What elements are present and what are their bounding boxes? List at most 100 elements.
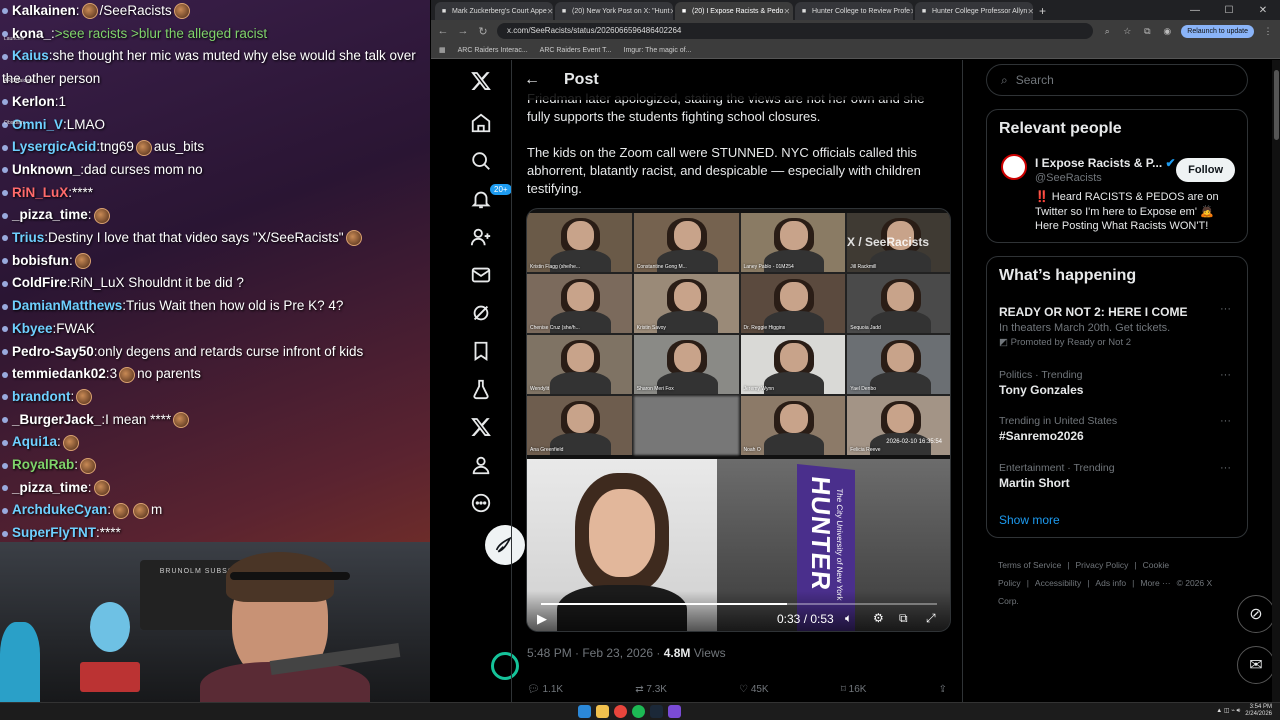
more-options-icon[interactable]: ··· [1220, 415, 1231, 427]
bookmark-button[interactable]: ⌑ 16K [841, 684, 867, 695]
follow-button[interactable]: Follow [1176, 158, 1235, 182]
tab-close-icon[interactable]: ✕ [910, 7, 913, 16]
more-options-icon[interactable]: ··· [1220, 462, 1231, 474]
url-field[interactable]: x.com/SeeRacists/status/2026066596486402… [497, 23, 1094, 39]
bookmark-star-icon[interactable]: ☆ [1121, 26, 1133, 37]
back-arrow-icon[interactable]: ← [524, 71, 564, 89]
tab-close-icon[interactable]: ✕ [669, 7, 673, 16]
chat-username[interactable]: ColdFire [12, 275, 67, 290]
minimize-icon[interactable]: — [1178, 2, 1212, 20]
footer-link[interactable]: More ··· [1140, 578, 1170, 588]
trend-item[interactable]: READY OR NOT 2: HERE I COME In theaters … [999, 303, 1239, 348]
follow-icon[interactable] [456, 218, 506, 256]
premium-x-icon[interactable] [456, 408, 506, 446]
play-icon[interactable]: ▶ [537, 611, 547, 627]
chat-username[interactable]: _pizza_time [12, 207, 88, 222]
forward-icon[interactable]: → [457, 25, 469, 37]
chat-username[interactable]: brandont [12, 389, 71, 404]
extensions-icon[interactable]: ⧉ [1141, 26, 1153, 37]
chat-username[interactable]: Kerlon [12, 94, 55, 109]
reply-button[interactable]: 💬︎ 1.1K [527, 684, 563, 695]
browser-tab[interactable]: ■ (20) New York Post on X: "Hunt ✕ [555, 2, 673, 20]
chat-username[interactable]: RoyalRab [12, 457, 74, 472]
grok-float-button[interactable]: ⊘ [1237, 595, 1275, 633]
share-icon[interactable]: ⇪ [939, 684, 947, 695]
relevant-person-avatar[interactable] [1001, 154, 1027, 180]
footer-link[interactable]: Ads info [1095, 578, 1126, 588]
chat-username[interactable]: SuperFlyTNT [12, 525, 96, 540]
tab-close-icon[interactable]: ✕ [1027, 7, 1033, 16]
profile-nav-icon[interactable] [456, 446, 506, 484]
more-options-icon[interactable]: ··· [1220, 303, 1231, 315]
repost-button[interactable]: ⇄ 7.3K [635, 684, 667, 695]
settings-gear-icon[interactable]: ⚙ [873, 611, 884, 625]
chat-username[interactable]: ArchdukeCyan [12, 502, 107, 517]
more-icon[interactable] [456, 484, 506, 522]
post-timestamp[interactable]: 5:48 PM · Feb 23, 2026 · [527, 646, 664, 660]
menu-icon[interactable]: ⋮ [1262, 26, 1274, 37]
browser-tab[interactable]: ■ (20) I Expose Racists & Pedo ✕ [675, 2, 793, 20]
footer-link[interactable]: Accessibility [1035, 578, 1081, 588]
spotify-icon[interactable] [632, 705, 645, 718]
obsidian-icon[interactable] [668, 705, 681, 718]
messages-float-button[interactable]: ✉ [1237, 646, 1275, 684]
bookmarks-icon[interactable] [456, 332, 506, 370]
more-options-icon[interactable]: ··· [1220, 369, 1231, 381]
messages-icon[interactable] [456, 256, 506, 294]
chrome-icon[interactable] [614, 705, 627, 718]
volume-icon[interactable]: 🔈︎ [845, 611, 852, 626]
page-scrollbar[interactable] [1272, 60, 1280, 702]
chat-username[interactable]: _pizza_time [12, 480, 88, 495]
like-button[interactable]: ♡ 45K [739, 684, 769, 695]
back-icon[interactable]: ← [437, 25, 449, 37]
fullscreen-icon[interactable]: ⤢ [926, 611, 936, 626]
tab-close-icon[interactable]: ✕ [547, 7, 553, 16]
apps-icon[interactable]: ▦ [439, 46, 446, 54]
trend-item[interactable]: Politics · Trending Tony Gonzales ··· [999, 369, 1239, 397]
trend-item[interactable]: Trending in United States #Sanremo2026 ·… [999, 415, 1239, 443]
chat-username[interactable]: temmiedank02 [12, 366, 106, 381]
jobs-icon[interactable] [456, 370, 506, 408]
post-video[interactable]: Kristin Flagg (she/he... Constantine Gong… [526, 208, 951, 632]
chat-username[interactable]: RiN_LuX [12, 185, 68, 200]
profile-icon[interactable]: ◉ [1161, 26, 1173, 37]
show-more-link[interactable]: Show more [999, 513, 1060, 527]
chat-username[interactable]: Unknown_ [12, 162, 80, 177]
grok-icon[interactable] [456, 294, 506, 332]
explore-search-icon[interactable] [456, 142, 506, 180]
chat-username[interactable]: bobisfun [12, 253, 69, 268]
browser-tab[interactable]: ■ Hunter College Professor Allyn ✕ [915, 2, 1033, 20]
bookmark-1[interactable]: ARC Raiders Interac... [458, 47, 528, 54]
scroll-thumb[interactable] [1274, 70, 1279, 140]
pip-icon[interactable]: ⧉ [899, 611, 908, 626]
close-window-icon[interactable]: ✕ [1246, 2, 1280, 20]
chat-username[interactable]: DamianMatthews [12, 298, 122, 313]
chat-username[interactable]: LysergicAcid [12, 139, 96, 154]
tray-icons[interactable]: ▲ ◫ ⌁ 🔊︎ [1216, 707, 1240, 715]
chat-username[interactable]: Kalkainen [12, 3, 76, 18]
maximize-icon[interactable]: ☐ [1212, 2, 1246, 20]
chat-username[interactable]: Kaius [12, 48, 49, 63]
bookmark-3[interactable]: Imgur: The magic of... [624, 47, 692, 54]
tab-close-icon[interactable]: ✕ [783, 7, 790, 16]
footer-link[interactable]: Privacy Policy [1076, 560, 1129, 570]
relevant-person-name-row[interactable]: I Expose Racists & P... ✔ [1035, 156, 1176, 170]
reload-icon[interactable]: ↻ [477, 25, 489, 38]
chat-username[interactable]: _BurgerJack_ [12, 412, 101, 427]
chat-username[interactable]: Aqui1a [12, 434, 57, 449]
browser-tab[interactable]: ■ Mark Zuckerberg's Court Appe ✕ [435, 2, 553, 20]
relaunch-button[interactable]: Relaunch to update [1181, 24, 1254, 38]
search-input[interactable]: ⌕ Search [986, 64, 1248, 96]
windows-start-icon[interactable] [578, 705, 591, 718]
steam-icon[interactable] [650, 705, 663, 718]
new-tab-button[interactable]: + [1039, 2, 1046, 20]
home-icon[interactable] [456, 104, 506, 142]
zoom-icon[interactable]: ⌕ [1101, 26, 1113, 37]
browser-tab[interactable]: ■ Hunter College to Review Profe✕ [795, 2, 913, 20]
footer-link[interactable]: Terms of Service [998, 560, 1061, 570]
chat-username[interactable]: Pedro-Say50 [12, 344, 94, 359]
bookmark-2[interactable]: ARC Raiders Event T... [540, 47, 612, 54]
x-logo-icon[interactable] [456, 62, 506, 100]
chat-username[interactable]: Trius [12, 230, 44, 245]
clock[interactable]: 3:54 PM 2/24/2026 [1245, 704, 1272, 718]
